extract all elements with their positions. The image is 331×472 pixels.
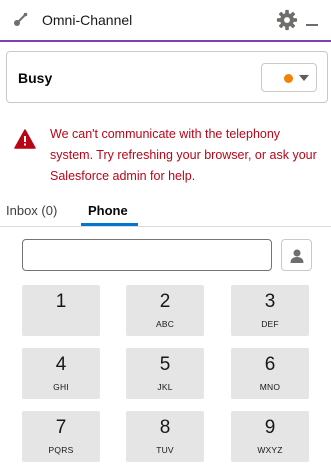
dialpad-key-2[interactable]: 2 ABC (126, 285, 204, 336)
dialpad-key-1[interactable]: 1 (22, 285, 100, 336)
key-digit: 3 (264, 291, 276, 312)
key-digit: 7 (55, 417, 67, 438)
tab-inbox[interactable]: Inbox (0) (6, 203, 57, 218)
omni-channel-icon (14, 12, 28, 26)
presence-status-label: Busy (18, 70, 53, 86)
contact-lookup-button[interactable] (281, 239, 312, 271)
tab-bar: Inbox (0) Phone (0, 197, 331, 227)
key-letters: JKL (157, 382, 173, 392)
dialpad-key-9[interactable]: 9 WXYZ (231, 411, 309, 462)
key-letters: PQRS (48, 445, 74, 455)
phone-number-input[interactable] (22, 239, 272, 271)
presence-status-panel: Busy (6, 51, 328, 103)
tab-phone[interactable]: Phone (88, 203, 128, 218)
dialpad-key-3[interactable]: 3 DEF (231, 285, 309, 336)
telephony-error-message: We can't communicate with the telephony … (50, 127, 317, 183)
utility-header: Omni-Channel (0, 0, 331, 42)
key-digit: 4 (55, 354, 67, 375)
key-digit: 2 (159, 291, 171, 312)
key-digit: 9 (264, 417, 276, 438)
key-letters: DEF (261, 319, 279, 329)
key-digit: 1 (55, 291, 67, 312)
key-letters: MNO (259, 382, 281, 392)
utility-title: Omni-Channel (42, 12, 133, 28)
dialpad-key-6[interactable]: 6 MNO (231, 348, 309, 399)
dialpad-key-5[interactable]: 5 JKL (126, 348, 204, 399)
status-indicator-icon (284, 74, 293, 83)
key-digit: 5 (159, 354, 171, 375)
chevron-down-icon (299, 75, 309, 81)
dialpad-key-4[interactable]: 4 GHI (22, 348, 100, 399)
key-letters: TUV (156, 445, 174, 455)
dialpad-key-8[interactable]: 8 TUV (126, 411, 204, 462)
minimize-icon[interactable] (305, 13, 319, 27)
key-letters: ABC (155, 319, 175, 329)
dialpad-key-7[interactable]: 7 PQRS (22, 411, 100, 462)
gear-icon[interactable] (276, 9, 298, 31)
key-digit: 6 (264, 354, 276, 375)
key-letters: WXYZ (257, 445, 283, 455)
key-letters: GHI (53, 382, 69, 392)
key-digit: 8 (159, 417, 171, 438)
tab-divider (0, 226, 331, 227)
presence-status-dropdown[interactable] (261, 63, 317, 92)
warning-icon (14, 129, 36, 149)
person-icon (290, 249, 304, 263)
